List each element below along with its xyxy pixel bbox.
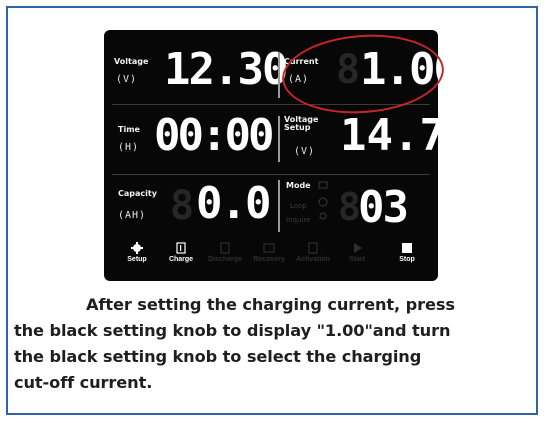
activation-button-label: Activation: [296, 256, 330, 263]
recovery-button[interactable]: Recovery: [247, 242, 291, 263]
capacity-readout: 0.0: [196, 178, 271, 229]
caption-line-2: the black setting knob to display "1.00"…: [14, 321, 451, 340]
voltage-readout: 12.30: [164, 44, 288, 95]
time-label: Time: [118, 125, 140, 134]
loop-icon: [318, 197, 328, 207]
battery-icon: [220, 242, 230, 254]
voltage-unit: (V): [116, 74, 138, 85]
activation-button[interactable]: Activation: [291, 242, 335, 263]
charge-button[interactable]: Charge: [159, 242, 203, 263]
recovery-button-label: Recovery: [253, 256, 285, 263]
capacity-label: Capacity: [118, 189, 157, 198]
voltage-label: Voltage: [114, 57, 149, 66]
instruction-caption: After setting the charging current, pres…: [14, 292, 532, 396]
play-icon: [354, 243, 362, 253]
caption-line-4: cut-off current.: [14, 373, 153, 392]
start-button-label: Start: [349, 256, 365, 263]
mode-label: Mode: [286, 181, 311, 190]
divider: [112, 174, 430, 175]
battery-icon: [176, 242, 186, 254]
time-readout: 00:00: [154, 110, 274, 161]
time-unit: (H): [118, 142, 140, 153]
gear-icon: [131, 242, 143, 254]
copy-icon: [318, 181, 328, 189]
mode-readout: 03: [358, 182, 409, 233]
voltage-setup-readout: 14.7: [340, 110, 446, 161]
stop-button[interactable]: Stop: [385, 242, 429, 263]
voltage-setup-label: Voltage Setup: [284, 115, 319, 132]
voltage-setup-unit: (V): [294, 146, 316, 157]
caption-line-1: After setting the charging current, pres…: [86, 295, 455, 314]
repair-icon: [263, 243, 275, 253]
discharge-button[interactable]: Discharge: [203, 242, 247, 263]
setup-button[interactable]: Setup: [115, 242, 159, 263]
stop-icon: [402, 243, 412, 253]
charge-button-label: Charge: [168, 256, 194, 263]
mode-icons: [318, 181, 328, 220]
mode-option-inquire: Inquire: [286, 216, 311, 224]
divider: [278, 52, 280, 98]
divider: [278, 180, 280, 232]
capacity-unit: (AH): [118, 210, 147, 221]
stop-button-label: Stop: [399, 256, 415, 263]
mode-option-loop: Loop: [290, 202, 307, 210]
setup-button-label: Setup: [127, 256, 147, 263]
discharge-button-label: Discharge: [208, 256, 242, 263]
divider: [278, 116, 280, 162]
search-icon: [319, 212, 327, 220]
start-button[interactable]: Start: [335, 242, 379, 263]
caption-line-3: the black setting knob to select the cha…: [14, 347, 422, 366]
battery-icon: [308, 242, 318, 254]
capacity-ghost-digit: 8: [170, 183, 195, 229]
